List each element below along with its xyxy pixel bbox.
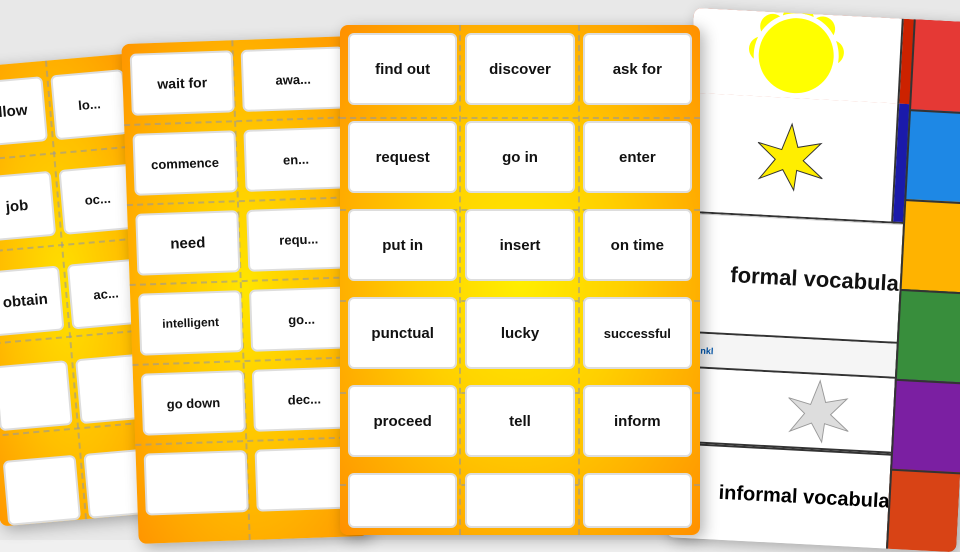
- word-card: go...: [249, 286, 354, 352]
- word-card: [0, 360, 73, 431]
- word-card-successful: successful: [583, 297, 692, 369]
- word-card: commence: [132, 130, 237, 196]
- word-card: job: [0, 171, 56, 242]
- word-card-enter: enter: [583, 121, 692, 193]
- word-card-tell: tell: [465, 385, 574, 457]
- word-card: en...: [243, 126, 348, 192]
- word-card-insert: insert: [465, 209, 574, 281]
- word-card: awa...: [241, 46, 346, 112]
- word-card: requ...: [246, 206, 351, 272]
- word-card: [3, 455, 81, 526]
- word-card: allow: [0, 76, 48, 147]
- word-card: [348, 473, 457, 528]
- word-card-on-time: on time: [583, 209, 692, 281]
- word-card: go down: [141, 370, 246, 436]
- word-card-discover: discover: [465, 33, 574, 105]
- word-card-punctual: punctual: [348, 297, 457, 369]
- sheet4-comic: formal vocabulary Twinkl informal vocabu…: [666, 8, 960, 552]
- word-card-proceed: proceed: [348, 385, 457, 457]
- word-card: [144, 450, 249, 516]
- word-card: wait for: [130, 50, 235, 116]
- word-card-ask-for: ask for: [583, 33, 692, 105]
- word-card: obtain: [0, 265, 65, 336]
- word-card-put-in: put in: [348, 209, 457, 281]
- word-card: [465, 473, 574, 528]
- word-card: lo...: [50, 69, 128, 140]
- word-card: need: [135, 210, 240, 276]
- word-card-inform: inform: [583, 385, 692, 457]
- word-card: [583, 473, 692, 528]
- word-card-go-in: go in: [465, 121, 574, 193]
- sheet2: wait for awa... commence en... need requ…: [121, 36, 368, 544]
- word-card-find-out: find out: [348, 33, 457, 105]
- informal-vocab-panel: informal vocabulary: [718, 482, 909, 515]
- word-card-lucky: lucky: [465, 297, 574, 369]
- explosion3-icon: [784, 377, 852, 445]
- sheet3-main: find out discover ask for request go in …: [340, 25, 700, 535]
- scene: allow lo... job oc... obtain ac...: [0, 0, 960, 540]
- word-card-request: request: [348, 121, 457, 193]
- word-card: intelligent: [138, 290, 243, 356]
- explosion-icon: [754, 120, 828, 194]
